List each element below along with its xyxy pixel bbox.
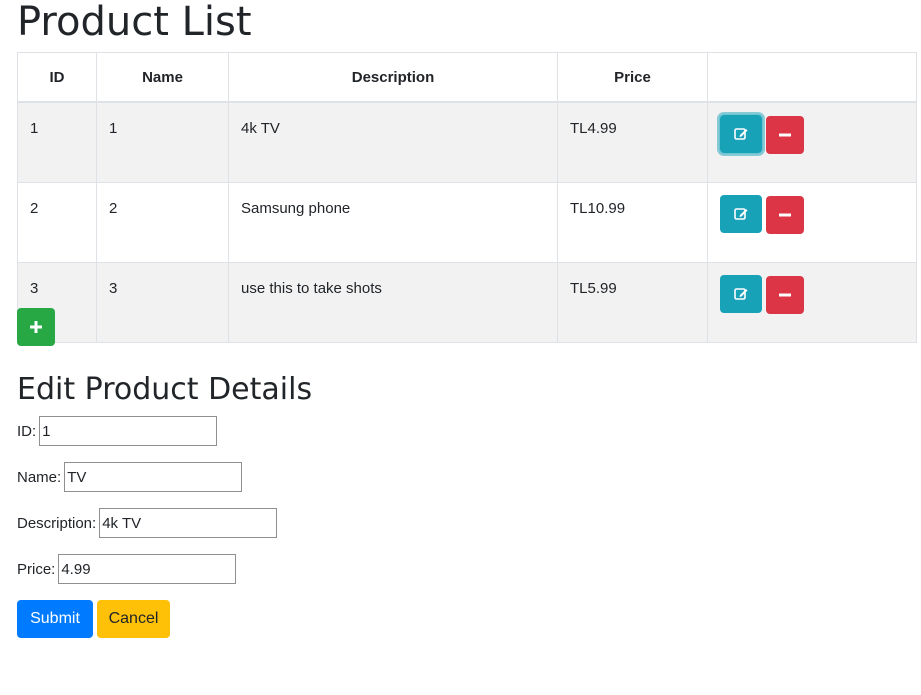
cell-actions bbox=[707, 182, 917, 263]
table-row: 2 2 Samsung phone TL10.99 bbox=[17, 182, 917, 263]
column-header-id: ID bbox=[17, 52, 97, 103]
cell-name: 2 bbox=[96, 182, 229, 263]
description-field-row: Description: bbox=[17, 508, 278, 538]
price-input[interactable] bbox=[58, 554, 237, 584]
column-header-name: Name bbox=[96, 52, 229, 103]
add-product-button[interactable] bbox=[17, 308, 55, 346]
name-input[interactable] bbox=[64, 462, 243, 492]
description-input[interactable] bbox=[99, 508, 278, 538]
edit-icon bbox=[734, 288, 748, 300]
description-label: Description: bbox=[17, 514, 97, 532]
cell-description: 4k TV bbox=[228, 101, 558, 183]
id-field-row: ID: bbox=[17, 416, 218, 446]
cancel-button[interactable]: Cancel bbox=[97, 600, 170, 638]
cell-price: TL10.99 bbox=[557, 182, 708, 263]
cell-name: 3 bbox=[96, 262, 229, 343]
cell-description: Samsung phone bbox=[228, 182, 558, 263]
table-row: 1 1 4k TV TL4.99 bbox=[17, 101, 917, 183]
name-label: Name: bbox=[17, 468, 62, 486]
submit-button[interactable]: Submit bbox=[17, 600, 93, 638]
cell-price: TL4.99 bbox=[557, 101, 708, 183]
edit-button[interactable] bbox=[720, 195, 762, 233]
cell-description: use this to take shots bbox=[228, 262, 558, 343]
column-header-actions bbox=[707, 52, 917, 103]
delete-button[interactable] bbox=[766, 116, 804, 154]
id-label: ID: bbox=[17, 422, 37, 440]
minus-icon bbox=[779, 213, 791, 217]
edit-button[interactable] bbox=[720, 275, 762, 313]
name-field-row: Name: bbox=[17, 462, 243, 492]
cell-actions bbox=[707, 101, 917, 183]
column-header-price: Price bbox=[557, 52, 708, 103]
cell-actions bbox=[707, 262, 917, 343]
price-field-row: Price: bbox=[17, 554, 237, 584]
delete-button[interactable] bbox=[766, 276, 804, 314]
price-label: Price: bbox=[17, 560, 56, 578]
cell-id: 1 bbox=[17, 101, 97, 183]
table-header-row: ID Name Description Price bbox=[17, 52, 917, 103]
delete-button[interactable] bbox=[766, 196, 804, 234]
column-header-description: Description bbox=[228, 52, 558, 103]
cell-id: 2 bbox=[17, 182, 97, 263]
table-row: 3 3 use this to take shots TL5.99 bbox=[17, 262, 917, 343]
minus-icon bbox=[779, 293, 791, 297]
minus-icon bbox=[779, 133, 791, 137]
cell-name: 1 bbox=[96, 101, 229, 183]
edit-icon bbox=[734, 208, 748, 220]
products-table: ID Name Description Price 1 1 4k TV TL4.… bbox=[17, 52, 917, 343]
form-title: Edit Product Details bbox=[17, 372, 313, 407]
edit-icon bbox=[734, 128, 748, 140]
edit-button[interactable] bbox=[719, 114, 763, 154]
id-input[interactable] bbox=[39, 416, 218, 446]
plus-icon bbox=[30, 321, 42, 333]
cell-price: TL5.99 bbox=[557, 262, 708, 343]
page-title: Product List bbox=[17, 0, 252, 45]
